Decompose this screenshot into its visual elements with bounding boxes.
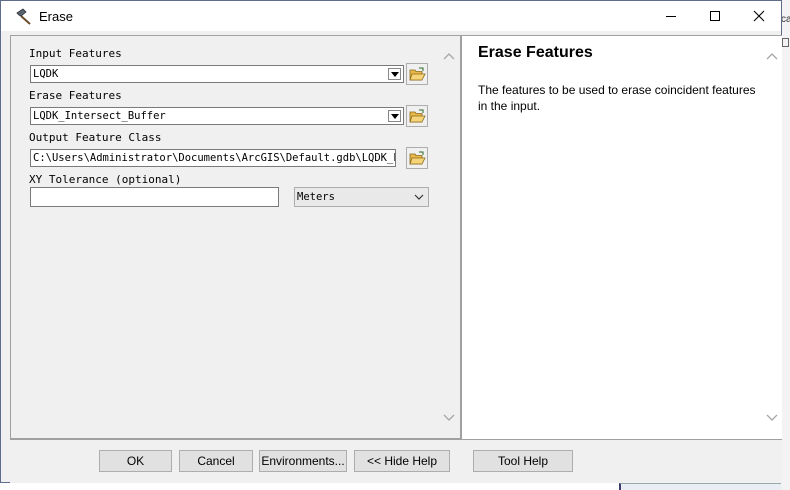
xy-tolerance-label: XY Tolerance (optional) (29, 173, 182, 186)
xy-tolerance-input[interactable] (30, 187, 279, 207)
help-scroll-up-arrow[interactable] (764, 49, 780, 63)
title-bar[interactable]: Erase (1, 1, 781, 31)
background-icon-fragment (782, 38, 789, 47)
output-feature-class-field[interactable]: C:\Users\Administrator\Documents\ArcGIS\… (30, 149, 396, 167)
chevron-down-icon (391, 114, 399, 119)
hammer-icon (15, 7, 33, 25)
xy-tolerance-unit-select[interactable]: Meters (294, 187, 429, 207)
input-features-browse-button[interactable] (406, 63, 428, 85)
erase-features-browse-button[interactable] (406, 105, 428, 127)
parameters-panel: Input Features LQDK Erase Features LQDK_… (10, 35, 460, 439)
open-folder-icon (409, 67, 426, 81)
erase-dialog: Erase Input Features LQDK Erase Features (0, 0, 782, 483)
input-features-combo[interactable]: LQDK (30, 65, 404, 83)
hide-help-button[interactable]: << Hide Help (354, 450, 450, 472)
input-features-label: Input Features (29, 47, 122, 60)
input-features-value: LQDK (33, 68, 59, 80)
chevron-down-icon (391, 72, 399, 77)
cancel-button[interactable]: Cancel (179, 450, 253, 472)
erase-features-label: Erase Features (29, 89, 122, 102)
background-text-fragment: ca (781, 14, 790, 25)
parameters-scroll-up-arrow[interactable] (441, 49, 457, 63)
window-title: Erase (39, 9, 73, 24)
help-title: Erase Features (478, 44, 593, 61)
help-panel: Erase Features The features to be used t… (462, 35, 782, 439)
erase-features-dropdown-button[interactable] (388, 110, 401, 122)
xy-tolerance-unit-value: Meters (297, 191, 335, 203)
tool-help-button[interactable]: Tool Help (473, 450, 573, 472)
help-scroll-down-arrow[interactable] (764, 411, 780, 425)
chevron-down-icon (414, 194, 424, 200)
ok-button[interactable]: OK (99, 450, 172, 472)
maximize-button[interactable] (693, 1, 737, 31)
help-description: The features to be used to erase coincid… (478, 83, 756, 113)
output-feature-class-label: Output Feature Class (29, 131, 162, 144)
open-folder-icon (409, 151, 426, 165)
minimize-button[interactable] (649, 1, 693, 31)
parameters-scroll-down-arrow[interactable] (441, 411, 457, 425)
output-feature-class-browse-button[interactable] (406, 147, 428, 169)
input-features-dropdown-button[interactable] (388, 68, 401, 80)
open-folder-icon (409, 109, 426, 123)
environments-button[interactable]: Environments... (259, 450, 347, 472)
close-button[interactable] (737, 1, 781, 31)
erase-features-combo[interactable]: LQDK_Intersect_Buffer (30, 107, 404, 125)
output-feature-class-value: C:\Users\Administrator\Documents\ArcGIS\… (33, 152, 396, 164)
background-app-strip (619, 483, 781, 490)
erase-features-value: LQDK_Intersect_Buffer (33, 110, 166, 122)
